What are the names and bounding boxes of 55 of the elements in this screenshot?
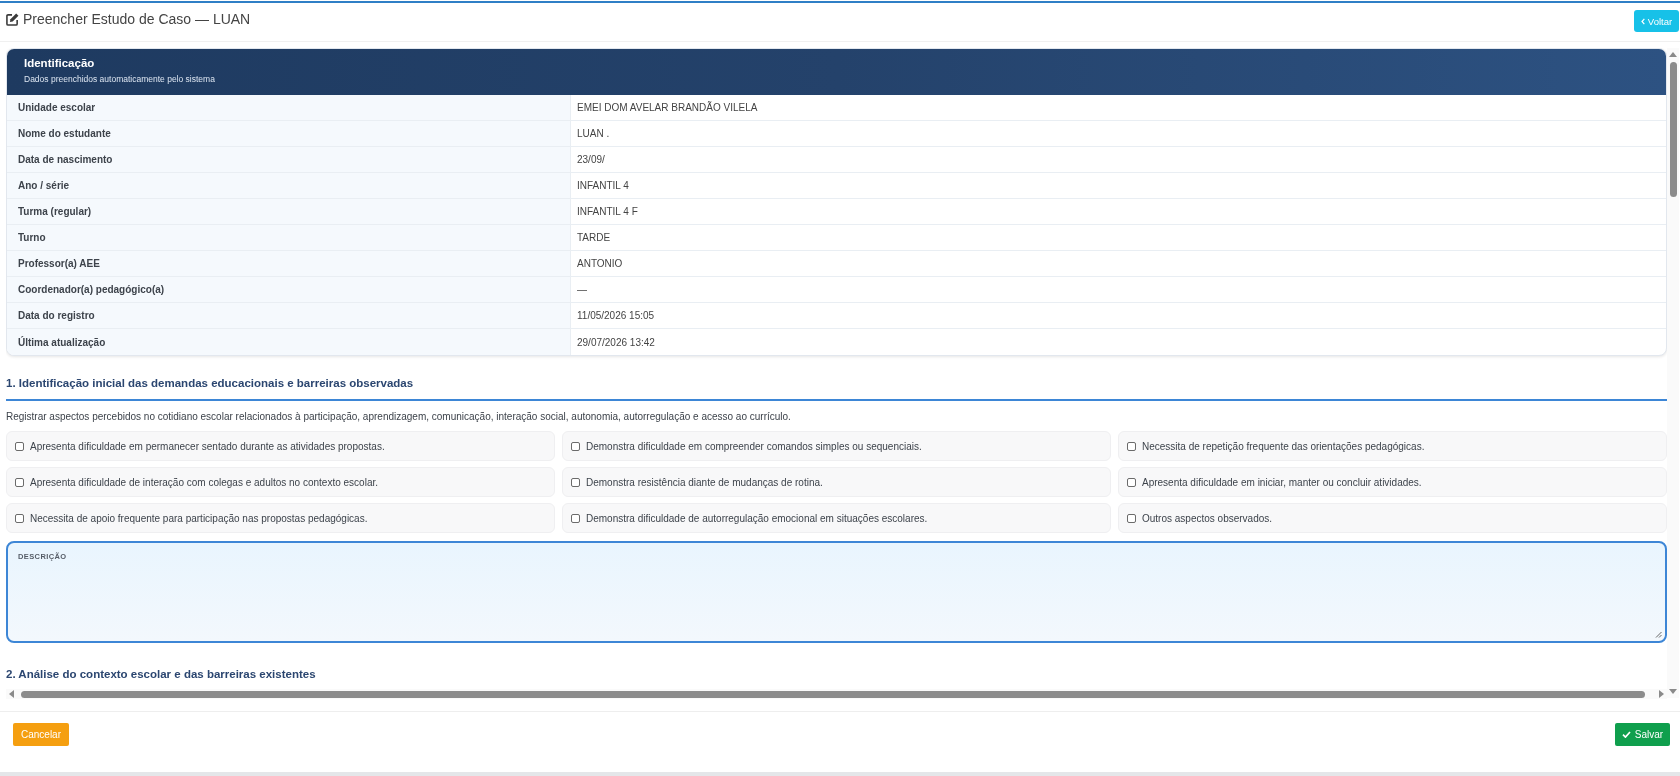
value-cell: ANTONIO — [571, 251, 1666, 277]
label-cell: Professor(a) AEE — [7, 251, 571, 277]
value-cell: TARDE — [571, 225, 1666, 251]
label-cell: Turma (regular) — [7, 199, 571, 225]
vertical-scrollbar[interactable] — [1667, 48, 1679, 698]
down-arrow-icon[interactable] — [1669, 689, 1677, 694]
value-cell: 11/05/2026 15:05 — [571, 303, 1666, 329]
checkbox-option[interactable]: Outros aspectos observados. — [1118, 503, 1667, 533]
label-cell: Coordenador(a) pedagógico(a) — [7, 277, 571, 303]
checkbox[interactable] — [1127, 513, 1136, 523]
scrollbar-thumb[interactable] — [21, 690, 1645, 698]
label-cell: Ano / série — [7, 173, 571, 199]
value-cell: INFANTIL 4 — [571, 173, 1666, 199]
edit-icon — [6, 12, 19, 26]
value-cell: INFANTIL 4 F — [571, 199, 1666, 225]
label-cell: Unidade escolar — [7, 95, 571, 121]
checkbox-option[interactable]: Apresenta dificuldade em permanecer sentado durante as atividades propostas. — [6, 431, 555, 461]
chevron-left-icon — [1640, 17, 1645, 25]
checkbox-option[interactable]: Demonstra resistência diante de mudanças de rotina. — [562, 467, 1111, 497]
checkbox-option[interactable]: Necessita de repetição frequente das orientações pedagógicas. — [1118, 431, 1667, 461]
checkbox[interactable] — [571, 441, 580, 451]
scrollbar-thumb[interactable] — [1669, 62, 1677, 197]
label-cell: Data de nascimento — [7, 147, 571, 173]
checkbox[interactable] — [15, 513, 24, 523]
page-title: Preencher Estudo de Caso — LUAN — [23, 10, 251, 28]
checkbox[interactable] — [15, 477, 24, 487]
card-title: Identificação — [24, 56, 96, 71]
up-arrow-icon[interactable] — [1669, 52, 1677, 57]
horizontal-scrollbar[interactable] — [6, 689, 1667, 699]
value-cell-text: 29/07/2026 13:42 — [576, 335, 656, 350]
label-cell: Última atualização — [7, 329, 571, 355]
value-cell: — — [571, 277, 1666, 303]
left-arrow-icon[interactable] — [9, 690, 14, 698]
check-icon — [1621, 731, 1631, 738]
card-subtitle: Dados preenchidos automaticamente pelo sistema — [24, 73, 216, 85]
right-arrow-icon[interactable] — [1659, 690, 1664, 698]
label-cell: Nome do estudante — [7, 121, 571, 147]
resize-grip-icon[interactable] — [1655, 631, 1662, 638]
checkbox[interactable] — [15, 441, 24, 451]
value-cell: 23/09/ — [571, 147, 1666, 173]
label-cell: Data do registro — [7, 303, 571, 329]
value-cell: LUAN . — [571, 121, 1666, 147]
section-description: Registrar aspectos percebidos no cotidiano escolar relacionados à participação, aprendizagem, comunicação, interação social, autonomia, autorregulação e acesso ao currículo. — [6, 410, 792, 424]
section-heading: 1. Identificação inicial das demandas educacionais e barreiras observadas — [6, 376, 1667, 401]
checkbox-option[interactable]: Apresenta dificuldade em iniciar, manter ou concluir atividades. — [1118, 467, 1667, 497]
label-cell: Turno — [7, 225, 571, 251]
checkbox-option[interactable]: Necessita de apoio frequente para participação nas propostas pedagógicas. — [6, 503, 555, 533]
checkbox[interactable] — [1127, 441, 1136, 451]
checkbox[interactable] — [571, 477, 580, 487]
checkbox-option[interactable]: Demonstra dificuldade de autorregulação emocional em situações escolares. — [562, 503, 1111, 533]
checkbox[interactable] — [1127, 477, 1136, 487]
checkbox-option[interactable]: Demonstra dificuldade em compreender comandos simples ou sequenciais. — [562, 431, 1111, 461]
value-cell: EMEI DOM AVELAR BRANDÃO VILELA — [571, 95, 1666, 121]
checkbox-option[interactable]: Apresenta dificuldade de interação com colegas e adultos no contexto escolar. — [6, 467, 555, 497]
checkbox[interactable] — [571, 513, 580, 523]
